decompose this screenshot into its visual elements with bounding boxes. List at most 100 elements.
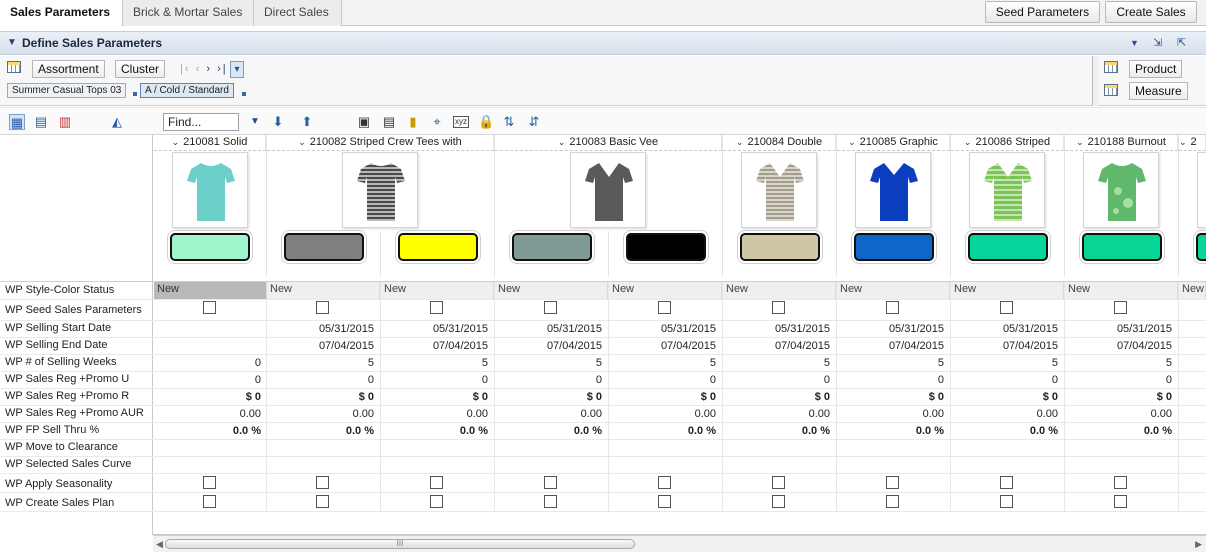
grid-cell[interactable]: 0 — [723, 374, 830, 386]
grid-cell[interactable]: 0.0 % — [723, 425, 830, 437]
grid-cell[interactable]: 0 — [267, 374, 374, 386]
grid-cell[interactable]: 0.00 — [837, 408, 944, 420]
grid-cell[interactable]: 0.0 % — [609, 425, 716, 437]
checkbox[interactable] — [316, 301, 329, 314]
grid-cell[interactable]: 05/31/2015 — [381, 323, 488, 335]
grid-cell[interactable]: 05/31/2015 — [267, 323, 374, 335]
grid-cell[interactable]: 0.0 % — [495, 425, 602, 437]
product-image[interactable] — [342, 152, 418, 228]
grid-cell[interactable]: 0.00 — [951, 408, 1058, 420]
product-image[interactable] — [741, 152, 817, 228]
find-next-icon[interactable]: ⬇ — [270, 114, 286, 130]
color-swatch[interactable] — [737, 230, 823, 264]
product-button[interactable]: Product — [1129, 60, 1183, 78]
status-cell[interactable]: New — [1065, 282, 1178, 299]
tab-direct-sales[interactable]: Direct Sales — [254, 0, 342, 26]
chevron-down-icon[interactable]: ⌄ — [558, 137, 566, 147]
checkbox[interactable] — [316, 495, 329, 508]
checkbox[interactable] — [1114, 495, 1127, 508]
checkbox[interactable] — [430, 476, 443, 489]
column-header[interactable]: ⌄ 210085 Graphic — [837, 135, 950, 151]
status-cell[interactable]: New — [837, 282, 950, 299]
grid-cell[interactable]: 0 — [1065, 374, 1172, 386]
split-icon[interactable]: ⌖ — [429, 114, 445, 130]
chevron-down-icon[interactable]: ⌄ — [1179, 137, 1187, 147]
grid-cell[interactable]: 0.00 — [1065, 408, 1172, 420]
status-cell[interactable]: New — [381, 282, 494, 299]
checkbox[interactable] — [1000, 495, 1013, 508]
grid-cell[interactable]: 05/31/2015 — [837, 323, 944, 335]
checkbox[interactable] — [544, 476, 557, 489]
cluster-value[interactable]: A / Cold / Standard — [140, 83, 234, 98]
grid-cell[interactable]: 5 — [609, 357, 716, 369]
color-swatch[interactable] — [1193, 230, 1206, 264]
column-header[interactable]: ⌄ 210082 Striped Crew Tees with — [267, 135, 494, 151]
grid-cell[interactable]: $ 0 — [154, 391, 261, 403]
chevron-down-icon[interactable]: ⌄ — [964, 137, 972, 147]
product-image[interactable] — [1197, 152, 1206, 228]
grid-cell[interactable]: 05/31/2015 — [723, 323, 830, 335]
checkbox[interactable] — [772, 476, 785, 489]
color-swatch[interactable] — [1079, 230, 1165, 264]
grid-cell[interactable]: 0 — [495, 374, 602, 386]
checkbox[interactable] — [316, 476, 329, 489]
grid-cell[interactable]: 5 — [381, 357, 488, 369]
grid-cell[interactable]: 05/31/2015 — [609, 323, 716, 335]
product-image[interactable] — [969, 152, 1045, 228]
color-swatch[interactable] — [395, 230, 481, 264]
grid-cell[interactable]: 05/31/2015 — [495, 323, 602, 335]
checkbox[interactable] — [886, 301, 899, 314]
checkbox[interactable] — [772, 301, 785, 314]
checkbox[interactable] — [544, 495, 557, 508]
column-header[interactable]: ⌄ 210083 Basic Vee — [495, 135, 722, 151]
grid-cell[interactable]: 07/04/2015 — [837, 340, 944, 352]
grid-cell[interactable]: 07/04/2015 — [609, 340, 716, 352]
grid-cell[interactable]: $ 0 — [1065, 391, 1172, 403]
format-icon[interactable]: ▣ — [356, 114, 372, 130]
checkbox[interactable] — [1000, 301, 1013, 314]
grid-cell[interactable]: 07/04/2015 — [1065, 340, 1172, 352]
filter-icon[interactable]: ▾ — [230, 61, 244, 78]
restore-icon[interactable]: ⇱ — [1177, 36, 1186, 49]
status-cell[interactable]: New — [495, 282, 608, 299]
grid-cell[interactable]: 5 — [837, 357, 944, 369]
grid-cell[interactable]: $ 0 — [609, 391, 716, 403]
grid-cell[interactable]: 07/04/2015 — [381, 340, 488, 352]
tab-sales-parameters[interactable]: Sales Parameters — [0, 0, 123, 27]
grid-cell[interactable]: $ 0 — [951, 391, 1058, 403]
checkbox[interactable] — [658, 495, 671, 508]
column-header[interactable]: ⌄ 210188 Burnout — [1065, 135, 1178, 151]
grid-cell[interactable]: 0.00 — [495, 408, 602, 420]
product-image[interactable] — [1083, 152, 1159, 228]
scroll-left-icon[interactable]: ◀ — [156, 539, 163, 550]
checkbox[interactable] — [886, 476, 899, 489]
product-image[interactable] — [855, 152, 931, 228]
column-header[interactable]: ⌄ 210084 Double — [723, 135, 836, 151]
prev-icon[interactable]: ‹ — [196, 63, 202, 75]
column-header[interactable]: ⌄ 210081 Solid — [154, 135, 266, 151]
grid-cell[interactable]: $ 0 — [267, 391, 374, 403]
color-swatch[interactable] — [281, 230, 367, 264]
grid-cell[interactable]: 07/04/2015 — [495, 340, 602, 352]
grid-cell[interactable]: $ 0 — [723, 391, 830, 403]
nav-arrows[interactable]: |‹ ‹ › ›| — [180, 63, 228, 75]
measure-button[interactable]: Measure — [1129, 82, 1188, 100]
color-swatch[interactable] — [623, 230, 709, 264]
grid-cell[interactable]: 0.00 — [723, 408, 830, 420]
status-cell[interactable]: New — [951, 282, 1064, 299]
first-icon[interactable]: |‹ — [180, 63, 191, 75]
find-prev-icon[interactable]: ⬆ — [299, 114, 315, 130]
grid-cell[interactable]: 0.0 % — [837, 425, 944, 437]
color-swatch[interactable] — [851, 230, 937, 264]
grid-cell[interactable]: 0.00 — [381, 408, 488, 420]
status-cell[interactable]: New — [609, 282, 722, 299]
grid-cell[interactable]: 05/31/2015 — [951, 323, 1058, 335]
grid-cell[interactable]: 05/31/2015 — [1065, 323, 1172, 335]
status-cell[interactable]: New — [267, 282, 380, 299]
grid-cell[interactable]: 0 — [837, 374, 944, 386]
panel-splitter[interactable] — [1092, 56, 1098, 106]
checkbox[interactable] — [430, 301, 443, 314]
chevron-down-icon[interactable]: ⌄ — [298, 137, 306, 147]
create-sales-button[interactable]: Create Sales — [1105, 1, 1197, 23]
chevron-down-icon[interactable]: ⌄ — [172, 137, 180, 147]
